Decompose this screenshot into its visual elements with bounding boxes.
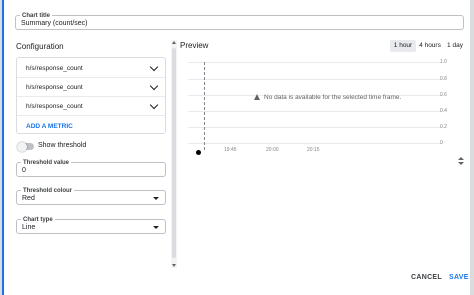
threshold-value-label: Threshold value <box>21 160 72 166</box>
chart-title-label: Chart title <box>20 13 53 19</box>
show-threshold-toggle[interactable] <box>17 141 34 152</box>
y-tick: 1.0 <box>440 59 447 65</box>
dropdown-arrow-icon <box>153 226 159 229</box>
chart-type-select[interactable]: Chart type Line <box>16 217 166 234</box>
metrics-list: h/s/response_count h/s/response_count h/… <box>16 57 166 134</box>
stepper-down-icon[interactable] <box>458 162 464 165</box>
chevron-down-icon[interactable] <box>149 81 159 91</box>
y-tick: 0.8 <box>440 76 447 82</box>
cancel-button[interactable]: CANCEL <box>411 274 442 281</box>
preview-heading: Preview <box>180 41 209 50</box>
toggle-knob <box>17 141 27 152</box>
zoom-stepper[interactable] <box>457 157 465 167</box>
time-cursor-dot[interactable] <box>196 150 201 155</box>
x-tick: 20:15 <box>307 147 320 153</box>
chart-title-input[interactable]: Summary (count/sec) <box>21 20 88 27</box>
time-cursor-line <box>204 62 205 150</box>
no-data-text: No data is available for the selected ti… <box>264 94 402 101</box>
metric-name: h/s/response_count <box>26 65 83 72</box>
show-threshold-label: Show threshold <box>38 142 87 149</box>
threshold-colour-value: Red <box>22 195 35 202</box>
configuration-heading: Configuration <box>16 42 64 51</box>
y-tick: 0.4 <box>440 108 447 114</box>
metric-name: h/s/response_count <box>26 103 83 110</box>
add-metric-button[interactable]: ADD A METRIC <box>26 123 73 130</box>
gridline <box>188 127 442 128</box>
scroll-up-icon[interactable] <box>172 41 176 44</box>
warning-icon <box>254 94 260 100</box>
chart-type-label: Chart type <box>21 217 55 223</box>
y-tick: 0.2 <box>440 124 447 130</box>
metric-row-2[interactable]: h/s/response_count <box>17 79 165 97</box>
range-1-hour[interactable]: 1 hour <box>390 40 416 52</box>
threshold-colour-select[interactable]: Threshold colour Red <box>16 188 166 205</box>
y-tick: 0 <box>440 140 443 146</box>
range-1-day[interactable]: 1 day <box>444 40 466 52</box>
chart-title-field[interactable]: Chart title Summary (count/sec) <box>15 13 464 30</box>
chevron-down-icon[interactable] <box>149 62 159 72</box>
x-tick: 20:00 <box>266 147 279 153</box>
range-4-hours[interactable]: 4 hours <box>417 40 443 52</box>
scrollbar-thumb[interactable] <box>172 48 176 258</box>
config-scrollbar[interactable] <box>171 40 177 268</box>
save-button[interactable]: SAVE <box>449 274 469 281</box>
metric-row-3[interactable]: h/s/response_count <box>17 98 165 116</box>
y-tick: 0.6 <box>440 92 447 98</box>
chart-type-value: Line <box>22 224 36 231</box>
no-data-message: No data is available for the selected ti… <box>254 94 401 101</box>
threshold-value-input[interactable]: 0 <box>22 167 26 174</box>
x-tick: 19:45 <box>224 147 237 153</box>
chevron-down-icon[interactable] <box>149 100 159 110</box>
gridline <box>188 79 442 80</box>
metric-row-1[interactable]: h/s/response_count <box>17 60 165 78</box>
gridline <box>188 143 442 144</box>
chart-config-dialog: Chart title Summary (count/sec) Configur… <box>2 0 470 295</box>
scroll-down-icon[interactable] <box>172 264 176 267</box>
threshold-colour-label: Threshold colour <box>21 188 75 194</box>
gridline <box>188 111 442 112</box>
preview-chart: 1.0 0.8 0.6 0.4 0.2 0 19:45 20:00 20:15 … <box>180 56 468 166</box>
dropdown-arrow-icon <box>153 197 159 200</box>
threshold-value-field[interactable]: Threshold value 0 <box>16 160 166 177</box>
gridline <box>188 62 442 63</box>
metric-name: h/s/response_count <box>26 84 83 91</box>
stepper-up-icon[interactable] <box>458 157 464 160</box>
